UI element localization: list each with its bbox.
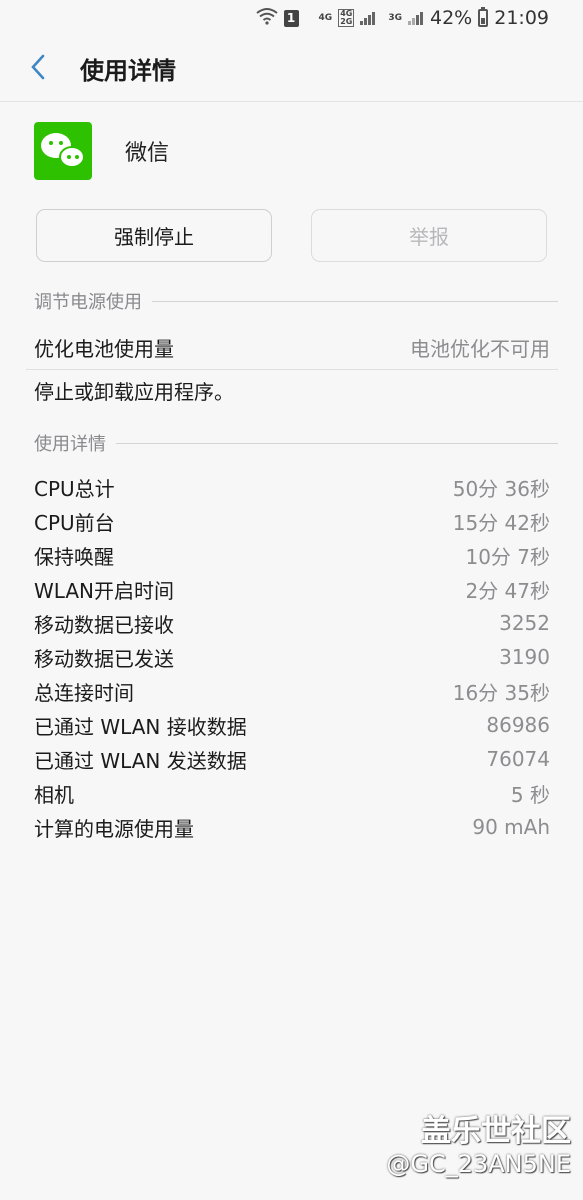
signal-icon-2 (408, 10, 424, 26)
usage-label: 保持唤醒 (34, 544, 114, 569)
chevron-left-icon (30, 50, 46, 88)
watermark-handle: @GC_23AN5NE (386, 1150, 571, 1178)
watermark-title: 盖乐世社区 (421, 1114, 571, 1149)
sim-badge: 1 (283, 9, 299, 27)
usage-value: 5 秒 (510, 782, 550, 807)
clock: 21:09 (494, 7, 549, 29)
status-bar: 1 4G 4G 2G 3G 42% 21:09 (0, 0, 583, 36)
row-divider (26, 369, 558, 370)
power-note: 停止或卸载应用程序。 (34, 380, 234, 404)
network-type-2: 4G 2G (338, 9, 355, 27)
usage-row: 已通过 WLAN 接收数据 86986 (34, 708, 550, 742)
signal-icon-1 (360, 10, 376, 26)
usage-section-header: 使用详情 (34, 430, 558, 456)
usage-value: 90 mAh (472, 815, 550, 839)
usage-value: 3252 (499, 611, 550, 635)
usage-row: 计算的电源使用量 90 mAh (34, 810, 550, 844)
usage-row: 已通过 WLAN 发送数据 76074 (34, 742, 550, 776)
usage-label: CPU前台 (34, 510, 115, 535)
usage-row: CPU前台 15分 42秒 (34, 504, 550, 538)
section-divider (116, 442, 558, 444)
usage-value: 86986 (486, 713, 550, 737)
usage-row: 总连接时间 16分 35秒 (34, 674, 550, 708)
usage-value: 15分 42秒 (452, 510, 550, 535)
force-stop-button[interactable]: 强制停止 (36, 209, 272, 262)
usage-label: 移动数据已接收 (34, 612, 174, 637)
wifi-icon (255, 7, 278, 30)
battery-percent: 42% (430, 7, 473, 29)
usage-row: 移动数据已发送 3190 (34, 640, 550, 674)
usage-value: 50分 36秒 (452, 476, 550, 501)
header: 使用详情 (0, 36, 583, 102)
usage-value: 3190 (499, 645, 550, 669)
usage-value: 10分 7秒 (465, 544, 550, 569)
app-info-row: 微信 (34, 122, 169, 180)
battery-icon (478, 7, 489, 27)
usage-row: 保持唤醒 10分 7秒 (34, 538, 550, 572)
usage-label: CPU总计 (34, 476, 115, 501)
usage-row: 移动数据已接收 3252 (34, 606, 550, 640)
usage-label: 已通过 WLAN 发送数据 (34, 748, 247, 773)
usage-label: 移动数据已发送 (34, 646, 174, 671)
usage-label: 相机 (34, 782, 74, 807)
wechat-icon (34, 122, 92, 180)
power-section-title: 调节电源使用 (34, 292, 142, 313)
section-divider (152, 300, 558, 302)
power-section-header: 调节电源使用 (34, 288, 558, 314)
usage-row: CPU总计 50分 36秒 (34, 470, 550, 504)
optimize-battery-label: 优化电池使用量 (34, 336, 174, 361)
optimize-battery-value: 电池优化不可用 (410, 336, 550, 361)
optimize-battery-row[interactable]: 优化电池使用量 电池优化不可用 (34, 330, 550, 364)
usage-section-title: 使用详情 (34, 434, 106, 455)
usage-detail-list: CPU总计 50分 36秒 CPU前台 15分 42秒 保持唤醒 10分 7秒 … (34, 470, 550, 844)
usage-value: 76074 (486, 747, 550, 771)
usage-label: WLAN开启时间 (34, 578, 175, 603)
usage-row: WLAN开启时间 2分 47秒 (34, 572, 550, 606)
page-title: 使用详情 (80, 57, 176, 85)
usage-value: 2分 47秒 (465, 578, 550, 603)
network-type-2-bottom: 2G (340, 17, 353, 26)
network-type-3: 3G (388, 12, 402, 23)
back-button[interactable] (0, 36, 80, 102)
usage-label: 已通过 WLAN 接收数据 (34, 714, 247, 739)
app-name: 微信 (125, 141, 170, 166)
app-info-screen: 1 4G 4G 2G 3G 42% 21:09 使用详情 微信 强制停止 举报 … (0, 0, 583, 1200)
usage-row: 相机 5 秒 (34, 776, 550, 810)
report-button[interactable]: 举报 (311, 209, 547, 262)
network-type-1: 4G (318, 12, 333, 23)
usage-value: 16分 35秒 (452, 680, 550, 705)
usage-label: 计算的电源使用量 (34, 816, 194, 841)
usage-label: 总连接时间 (34, 680, 134, 705)
